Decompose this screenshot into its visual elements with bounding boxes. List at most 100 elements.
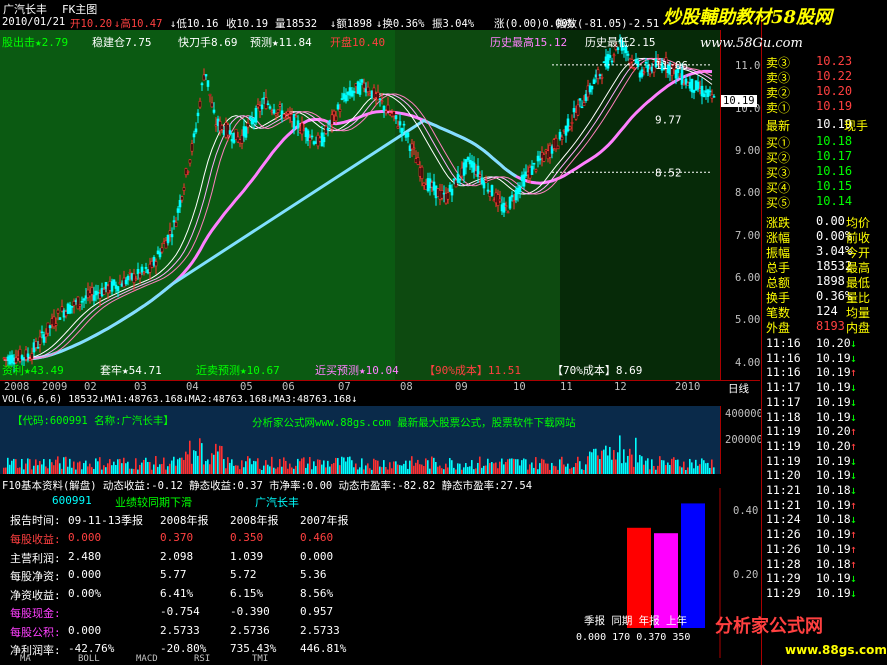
main-kline-chart[interactable]: 11.06 9.77 8.52 股出击★2.79 稳建仓7.75 快刀手8.69 预测★11… bbox=[0, 30, 767, 380]
volume-bar bbox=[535, 457, 537, 474]
kline-canvas[interactable]: 11.06 9.77 8.52 股出击★2.79 稳建仓7.75 快刀手8.69 预测★11… bbox=[0, 30, 720, 380]
indicator-tabs: MA BOLL MACD RSI TMI bbox=[0, 654, 330, 665]
period-label[interactable]: 日线 bbox=[728, 381, 749, 396]
chart-mode[interactable]: FK主图 bbox=[62, 1, 97, 17]
volume-bar bbox=[293, 468, 295, 474]
tick-time: 11:24 bbox=[766, 512, 801, 527]
volume-bar bbox=[643, 464, 645, 474]
volume-bar bbox=[453, 467, 455, 474]
volume-bar bbox=[53, 465, 55, 474]
tab-boll[interactable]: BOLL bbox=[78, 654, 100, 664]
volume-bar bbox=[551, 462, 553, 474]
volume-bar bbox=[697, 465, 699, 474]
price-tick: 5.00 bbox=[735, 314, 761, 327]
price-tick: 4.00 bbox=[735, 356, 761, 369]
candle bbox=[66, 302, 70, 314]
f10-data-row-cell: 每股净资: bbox=[10, 570, 61, 583]
volume-bar bbox=[157, 466, 159, 474]
volume-bar bbox=[651, 459, 653, 474]
volume-panel[interactable]: 【代码:600991 名称:广汽长丰】 分析家公式网www.88gs.com 最新… bbox=[0, 406, 763, 474]
volume-bar bbox=[669, 465, 671, 474]
bid-price: 10.18 bbox=[816, 134, 853, 148]
volume-bar bbox=[675, 459, 677, 474]
volume-bar bbox=[359, 467, 361, 474]
volume-bar bbox=[485, 465, 487, 474]
volume-bar bbox=[657, 465, 659, 474]
candle bbox=[556, 145, 560, 150]
volume-bar bbox=[85, 460, 87, 474]
volume-bar bbox=[457, 463, 459, 474]
volume-bar bbox=[203, 464, 205, 474]
volume-bar bbox=[163, 457, 165, 474]
candle bbox=[58, 316, 62, 320]
indicator-sell-forecast: 近卖预测★10.67 bbox=[196, 364, 280, 377]
volume-bar bbox=[263, 465, 265, 474]
tab-rsi[interactable]: RSI bbox=[194, 654, 210, 664]
volume-bar bbox=[351, 460, 353, 474]
tick-time: 11:16 bbox=[766, 336, 801, 350]
volume-bar bbox=[505, 461, 507, 474]
volume-bar bbox=[21, 458, 23, 474]
volume-bar bbox=[393, 461, 395, 474]
volume-bar bbox=[241, 460, 243, 474]
volume-bar bbox=[665, 465, 667, 474]
volume-bar bbox=[265, 460, 267, 474]
f10-data-row: 每股净资: 0.000 5.77 5.72 5.36 bbox=[10, 568, 570, 585]
volume-bar bbox=[17, 467, 19, 474]
volume-bar bbox=[409, 460, 411, 474]
volume-bar bbox=[239, 469, 241, 474]
outer-label: 外盘 bbox=[766, 321, 791, 335]
volume-bar bbox=[77, 462, 79, 474]
volume-bar bbox=[209, 464, 211, 474]
volume-bar bbox=[497, 468, 499, 474]
f10-data-row: 每股现金: -0.754 -0.390 0.957 bbox=[10, 605, 570, 622]
volume-bar bbox=[521, 460, 523, 474]
volume-bar bbox=[81, 469, 83, 474]
f10-data-row-cell: 主营利润: bbox=[10, 551, 61, 565]
volume-bar bbox=[335, 457, 337, 474]
tick-time: 11:26 bbox=[766, 541, 801, 556]
volume-bar bbox=[183, 459, 185, 474]
f10-data-row-cell: 0.370 bbox=[160, 531, 194, 544]
volume-bar bbox=[257, 458, 259, 474]
volume-bar bbox=[309, 457, 311, 474]
tick-price: 10.19 bbox=[816, 409, 851, 424]
indicator-hist-low: 历史最低2.15 bbox=[585, 36, 656, 49]
date-tick: 08 bbox=[400, 381, 413, 393]
volume-bar bbox=[13, 458, 15, 474]
volume-bar bbox=[43, 459, 45, 474]
volume-canvas[interactable]: 【代码:600991 名称:广汽长丰】 分析家公式网www.88gs.com 最新… bbox=[0, 406, 720, 474]
volume-bar bbox=[109, 459, 111, 474]
volume-bar bbox=[537, 469, 539, 474]
volume-bar bbox=[515, 459, 517, 474]
volume-bar bbox=[489, 463, 491, 474]
volume-bar bbox=[79, 461, 81, 474]
f10-data-row-cell: 每股收益: bbox=[10, 533, 61, 546]
volume-bar bbox=[451, 460, 453, 474]
volume-bar bbox=[623, 449, 625, 474]
candle bbox=[508, 196, 512, 210]
tab-macd[interactable]: MACD bbox=[136, 654, 158, 664]
tab-ma[interactable]: MA bbox=[20, 654, 31, 664]
candle bbox=[490, 184, 494, 197]
volume-bar bbox=[383, 460, 385, 474]
volume-bar bbox=[311, 469, 313, 474]
volume-bar bbox=[133, 468, 135, 474]
tab-tmi[interactable]: TMI bbox=[252, 654, 268, 664]
volume-bar bbox=[149, 462, 151, 474]
tick-price: 10.18 bbox=[816, 483, 851, 497]
date-tick: 12 bbox=[614, 381, 627, 393]
tick-dir-icon: ↓ bbox=[850, 409, 857, 424]
f10-bar-tick: 0.20 bbox=[733, 569, 758, 581]
tick-time: 11:29 bbox=[766, 571, 801, 586]
volume-bar bbox=[29, 459, 31, 474]
volume-bar bbox=[399, 465, 401, 474]
tick-dir-icon: ↑ bbox=[850, 541, 857, 556]
f10-data-row-cell: 每股公积: bbox=[10, 625, 61, 639]
f10-data-row-cell: 6.41% bbox=[160, 586, 194, 600]
tick-dir-icon: ↓ bbox=[850, 336, 857, 350]
stat-value: 0.00 bbox=[816, 214, 845, 228]
volume-bar bbox=[313, 461, 315, 474]
volume-bar bbox=[267, 464, 269, 474]
volume-bar bbox=[39, 461, 41, 474]
